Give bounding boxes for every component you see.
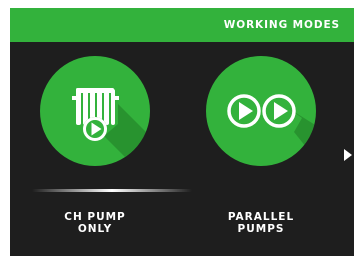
parallel-pumps-label: PARALLEL PUMPS xyxy=(202,211,320,235)
device-screen: WORKING MODES CH PUMP ONLY PARALLEL PUMP… xyxy=(0,0,354,256)
working-modes-panel: WORKING MODES CH PUMP ONLY PARALLEL PUMP… xyxy=(10,8,354,256)
selected-indicator xyxy=(32,189,192,192)
parallel-pumps-label-line2: PUMPS xyxy=(237,223,285,235)
ch-pump-only-label-line1: CH PUMP xyxy=(64,211,126,223)
ch-pump-only-label-line2: ONLY xyxy=(77,223,113,235)
mode-ch-pump-only[interactable]: CH PUMP ONLY xyxy=(36,52,154,252)
chevron-right-icon[interactable] xyxy=(344,149,352,161)
parallel-pumps-label-line1: PARALLEL xyxy=(227,211,295,223)
page-title: WORKING MODES xyxy=(223,19,340,31)
header-bar: WORKING MODES xyxy=(10,8,354,42)
ch-pump-only-label: CH PUMP ONLY xyxy=(36,211,154,235)
mode-parallel-pumps[interactable]: PARALLEL PUMPS xyxy=(202,52,320,252)
ch-pump-only-button[interactable] xyxy=(36,52,154,170)
parallel-pumps-button[interactable] xyxy=(202,52,320,170)
